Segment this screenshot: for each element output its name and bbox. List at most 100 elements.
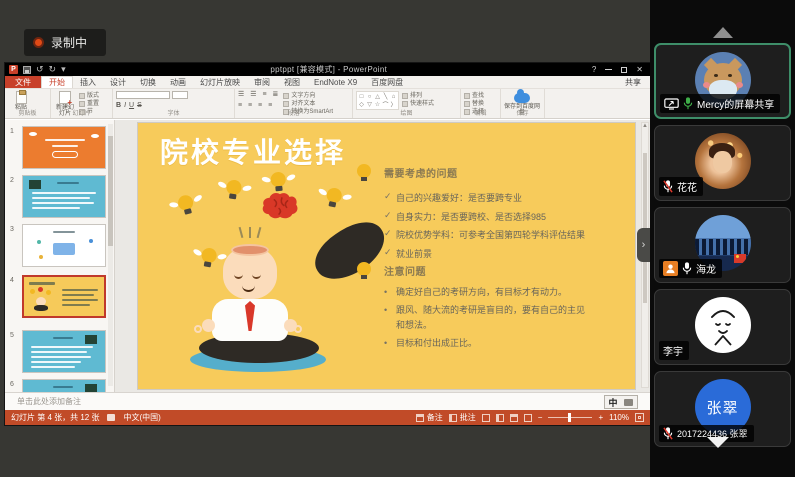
spellcheck-icon[interactable] xyxy=(107,414,115,421)
drawing-option-button[interactable]: 排列 xyxy=(402,93,434,99)
scroll-down-arrow-icon[interactable] xyxy=(707,437,729,448)
tab-动画[interactable]: 动画 xyxy=(163,76,193,88)
tab-插入[interactable]: 插入 xyxy=(73,76,103,88)
group-label-slides: 幻灯片 xyxy=(51,108,112,117)
status-left: 幻灯片 第 4 张，共 12 张 中文(中国) xyxy=(11,412,161,423)
normal-view-icon[interactable] xyxy=(482,414,490,422)
slide-option-button[interactable]: 重置 xyxy=(79,101,99,107)
comments-toggle[interactable]: 批注 xyxy=(449,412,476,423)
participant-label: 海龙 xyxy=(659,259,722,278)
undo-icon[interactable]: ↺ xyxy=(36,65,44,74)
drawing-buttons: 排列快速样式 xyxy=(402,91,434,107)
thumbnail-scrollbar[interactable] xyxy=(108,124,113,386)
participant-tile[interactable]: 花花 xyxy=(654,125,791,201)
bullet-list: •确定好自己的考研方向，有目标才有动力。•跟风、随大流的考研是盲目的，要有自己的… xyxy=(384,285,592,353)
zoom-level[interactable]: 110% xyxy=(609,413,629,422)
mic-muted-icon xyxy=(663,180,673,193)
slide-thumbnail-panel: 123456 xyxy=(5,120,115,392)
zoom-out-button[interactable]: − xyxy=(538,413,543,422)
avatar-wrap xyxy=(695,297,751,353)
participant-tile[interactable]: 李宇 xyxy=(654,289,791,365)
notes-toggle[interactable]: 备注 xyxy=(416,412,443,423)
help-button[interactable]: ? xyxy=(592,66,596,74)
slide-sorter-icon[interactable] xyxy=(496,414,504,422)
language-indicator[interactable]: 中文(中国) xyxy=(123,412,160,423)
zoom-slider[interactable] xyxy=(548,417,592,418)
tab-设计[interactable]: 设计 xyxy=(103,76,133,88)
new-slide-icon xyxy=(59,91,71,104)
tab-开始[interactable]: 开始 xyxy=(41,76,73,88)
recording-indicator: 录制中 xyxy=(24,29,106,56)
powerpoint-logo-icon: P xyxy=(9,65,18,74)
slide-thumbnail-6[interactable] xyxy=(22,379,106,392)
slide-thumbnail-1[interactable] xyxy=(22,126,106,169)
thumbnail-number: 4 xyxy=(10,277,14,284)
keyboard-icon xyxy=(624,399,633,406)
slide-thumbnail-5[interactable] xyxy=(22,330,106,373)
minimize-button[interactable] xyxy=(605,69,612,70)
window-titlebar: P ↺ ↻ ▾ pptppt [兼容模式] - PowerPoint ? ✕ xyxy=(5,63,650,76)
slide-thumbnail-4[interactable] xyxy=(22,275,106,318)
bullet-list-icons[interactable]: ☰ ☰ ≡ ≣ xyxy=(238,91,280,99)
reading-view-icon[interactable] xyxy=(510,414,518,422)
tab-视图[interactable]: 视图 xyxy=(277,76,307,88)
share-button[interactable]: 共享 xyxy=(616,76,650,88)
slideshow-icon[interactable] xyxy=(524,414,532,422)
slide-canvas: 院校专业选择 xyxy=(116,120,650,392)
zoom-in-button[interactable]: + xyxy=(598,413,603,422)
ribbon-group-editing: 查找替换选择 编辑 xyxy=(461,89,501,118)
flying-bulb-icon xyxy=(174,193,201,220)
save-icon[interactable] xyxy=(23,66,31,74)
ime-language-bar[interactable]: 中 xyxy=(604,395,638,409)
participant-tile[interactable]: 海龙 xyxy=(654,207,791,283)
conference-sidebar: Mercy的屏幕共享花花海龙李宇张翠2017224436 张翠 xyxy=(650,0,795,477)
drawing-option-button[interactable]: 快速样式 xyxy=(402,101,434,107)
slide-thumbnail-3[interactable] xyxy=(22,224,106,267)
recording-dot-icon xyxy=(33,37,44,48)
ribbon-group-save: 保存到百度网盘 保存 xyxy=(501,89,545,118)
font-name-box[interactable] xyxy=(116,91,170,99)
check-icon: ✓ xyxy=(384,228,396,239)
ribbon-group-drawing: □○△╲⌂ ◇▽☆⌒〉 排列快速样式 绘图 xyxy=(353,89,461,118)
tab-幻灯片放映[interactable]: 幻灯片放映 xyxy=(193,76,247,88)
tab-EndNote X9[interactable]: EndNote X9 xyxy=(307,76,364,88)
participant-label: 花花 xyxy=(659,177,703,196)
edit-option-button[interactable]: 替换 xyxy=(464,101,484,107)
paste-icon xyxy=(16,91,27,104)
tab-切换[interactable]: 切换 xyxy=(133,76,163,88)
participant-badge-icon xyxy=(663,261,678,276)
slide-thumbnail-2[interactable] xyxy=(22,175,106,218)
paragraph-option-button[interactable]: 对齐文本 xyxy=(283,101,333,107)
group-label-paragraph: 段落 xyxy=(235,108,352,117)
notes-pane[interactable]: 单击此处添加备注 中 xyxy=(5,392,650,410)
slide-editor[interactable]: 院校专业选择 xyxy=(138,123,635,389)
close-button[interactable]: ✕ xyxy=(636,66,643,74)
scroll-up-arrow-icon[interactable] xyxy=(713,27,733,38)
tab-审阅[interactable]: 审阅 xyxy=(247,76,277,88)
paragraph-option-button[interactable]: 文字方向 xyxy=(283,93,333,99)
brain-icon xyxy=(261,191,299,221)
edit-option-button[interactable]: 查找 xyxy=(464,93,484,99)
tab-百度网盘[interactable]: 百度网盘 xyxy=(364,76,410,88)
participant-name: 海龙 xyxy=(696,261,716,276)
participant-tile[interactable]: 张翠2017224436 张翠 xyxy=(654,371,791,447)
group-label-editing: 编辑 xyxy=(461,108,500,117)
bullet-list-item: •跟风、随大流的考研是盲目的，要有自己的主见和想法。 xyxy=(384,303,592,334)
slide-option-button[interactable]: 版式 xyxy=(79,93,99,99)
thumbnail-number: 2 xyxy=(10,177,14,184)
sidebar-collapse-handle[interactable]: › xyxy=(637,228,650,262)
participant-tile[interactable]: Mercy的屏幕共享 xyxy=(654,43,791,119)
tab-file[interactable]: 文件 xyxy=(5,76,41,88)
slide-title: 院校专业选择 xyxy=(160,131,346,171)
restore-button[interactable] xyxy=(621,67,627,73)
mic-icon xyxy=(683,97,693,110)
font-size-box[interactable] xyxy=(172,91,188,99)
fit-slide-icon[interactable] xyxy=(635,413,644,422)
redo-icon[interactable]: ↻ xyxy=(49,65,57,74)
thumbnail-number: 1 xyxy=(10,128,14,135)
thumbnail-number: 3 xyxy=(10,226,14,233)
ribbon-group-clipboard: 粘贴 剪贴板 xyxy=(5,89,51,118)
check-icon: ✓ xyxy=(384,191,396,202)
group-label-font: 字体 xyxy=(113,108,234,117)
check-icon: ✓ xyxy=(384,210,396,221)
